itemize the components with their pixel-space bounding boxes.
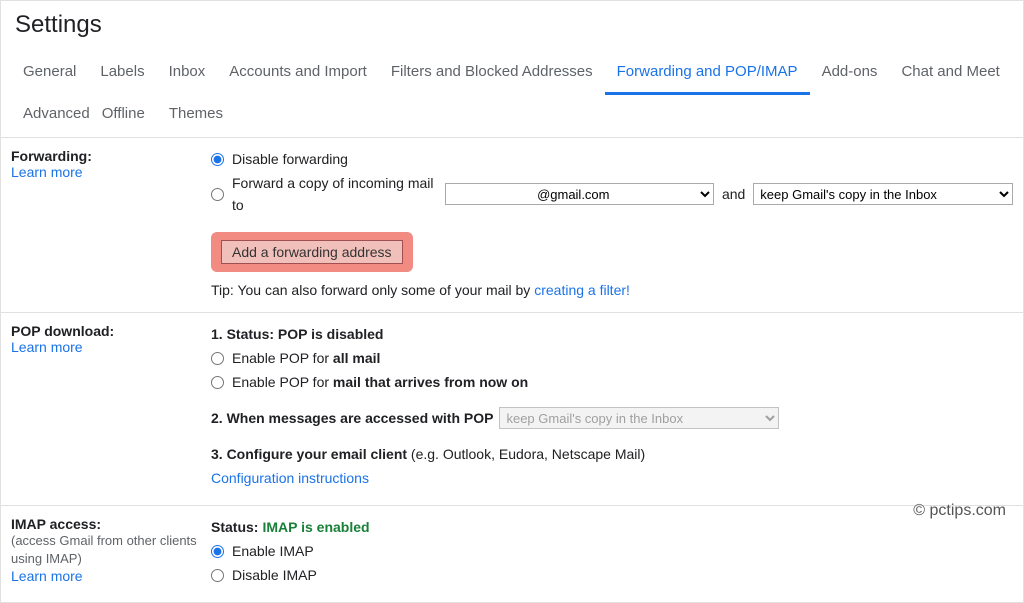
pop-when-accessed-label: 2. When messages are accessed with POP: [211, 407, 493, 429]
pop-from-now-on-label: Enable POP for mail that arrives from no…: [232, 371, 528, 393]
tab-labels[interactable]: Labels: [88, 53, 156, 95]
imap-section: IMAP access: (access Gmail from other cl…: [1, 506, 1023, 602]
page-title: Settings: [1, 1, 1023, 45]
configuration-instructions-link[interactable]: Configuration instructions: [211, 467, 369, 489]
pop-action-select: keep Gmail's copy in the Inbox: [499, 407, 779, 429]
imap-status-prefix: Status:: [211, 516, 258, 538]
settings-tabs: General Labels Inbox Accounts and Import…: [1, 45, 1023, 138]
pop-title: POP download:: [11, 323, 114, 339]
forwarding-address-select[interactable]: @gmail.com: [445, 183, 714, 205]
pop-status-label: 1. Status: POP is disabled: [211, 323, 383, 345]
tab-chat-meet[interactable]: Chat and Meet: [889, 53, 1011, 95]
disable-forwarding-label: Disable forwarding: [232, 148, 348, 170]
tab-advanced[interactable]: Advanced: [11, 95, 102, 137]
pop-section: POP download: Learn more 1. Status: POP …: [1, 313, 1023, 506]
disable-imap-label: Disable IMAP: [232, 564, 317, 586]
imap-status-value: IMAP is enabled: [262, 516, 369, 538]
enable-imap-label: Enable IMAP: [232, 540, 314, 562]
forward-copy-radio[interactable]: [211, 188, 224, 201]
tab-general[interactable]: General: [11, 53, 88, 95]
forwarding-title: Forwarding:: [11, 148, 92, 164]
imap-subtitle: (access Gmail from other clients using I…: [11, 533, 197, 566]
forwarding-tip-text: Tip: You can also forward only some of y…: [211, 282, 534, 298]
imap-title: IMAP access:: [11, 516, 101, 532]
tab-themes[interactable]: Themes: [157, 95, 235, 137]
disable-forwarding-radio[interactable]: [211, 153, 224, 166]
imap-learn-more-link[interactable]: Learn more: [11, 568, 83, 584]
forwarding-action-select[interactable]: keep Gmail's copy in the Inbox: [753, 183, 1013, 205]
pop-all-mail-radio[interactable]: [211, 352, 224, 365]
and-word: and: [722, 183, 745, 205]
pop-from-now-on-radio[interactable]: [211, 376, 224, 389]
tab-accounts-import[interactable]: Accounts and Import: [217, 53, 379, 95]
tab-add-ons[interactable]: Add-ons: [810, 53, 890, 95]
tab-filters-blocked[interactable]: Filters and Blocked Addresses: [379, 53, 605, 95]
enable-imap-radio[interactable]: [211, 545, 224, 558]
creating-filter-link[interactable]: creating a filter!: [534, 282, 630, 298]
forward-copy-label: Forward a copy of incoming mail to: [232, 172, 441, 216]
tab-inbox[interactable]: Inbox: [157, 53, 218, 95]
add-forwarding-address-button[interactable]: Add a forwarding address: [221, 240, 403, 264]
disable-imap-radio[interactable]: [211, 569, 224, 582]
watermark: © pctips.com: [913, 502, 1006, 520]
pop-learn-more-link[interactable]: Learn more: [11, 339, 83, 355]
add-forwarding-highlight: Add a forwarding address: [211, 232, 413, 272]
tab-offline[interactable]: Offline: [102, 95, 157, 137]
pop-configure-client-label: 3. Configure your email client (e.g. Out…: [211, 443, 645, 465]
pop-all-mail-label: Enable POP for all mail: [232, 347, 380, 369]
forwarding-section: Forwarding: Learn more Disable forwardin…: [1, 138, 1023, 313]
tab-forwarding-pop-imap[interactable]: Forwarding and POP/IMAP: [605, 53, 810, 95]
forwarding-learn-more-link[interactable]: Learn more: [11, 164, 83, 180]
